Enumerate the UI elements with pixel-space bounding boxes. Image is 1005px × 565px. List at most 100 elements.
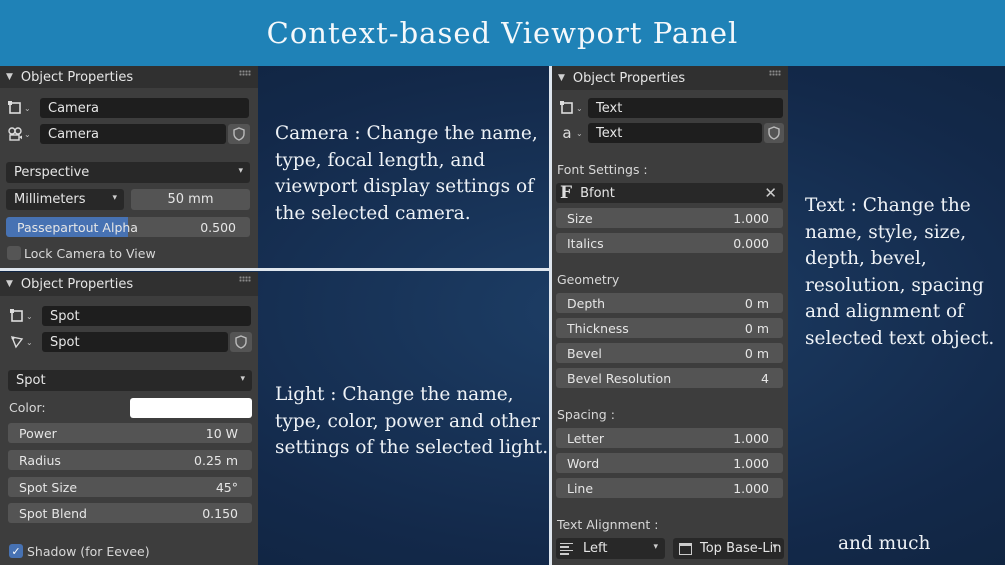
panel-header-label: Object Properties xyxy=(572,70,686,86)
geometry-label: Geometry xyxy=(557,272,620,287)
bevel-resolution-field[interactable]: Bevel Resolution 4 xyxy=(556,368,783,388)
field-label: Spot Size xyxy=(19,479,78,495)
bevel-field[interactable]: Bevel 0 m xyxy=(556,343,783,363)
fake-user-shield-icon[interactable] xyxy=(764,123,784,143)
field-label: Spot Blend xyxy=(19,505,87,521)
panel-header-label: Object Properties xyxy=(20,69,134,85)
field-value: 1.000 xyxy=(733,455,769,471)
align-h-value: Left xyxy=(583,541,608,556)
collapse-triangle-icon[interactable]: ▼ xyxy=(558,73,565,83)
chevron-down-icon: ⌄ xyxy=(576,103,583,113)
object-name-field[interactable]: Spot xyxy=(42,306,251,326)
object-type-selector[interactable]: ⌄ xyxy=(8,98,38,118)
light-data-selector[interactable]: ⌄ xyxy=(10,332,40,352)
light-data-name-field[interactable]: Spot xyxy=(42,332,228,352)
letter-spacing-field[interactable]: Letter 1.000 xyxy=(556,428,783,448)
collapse-triangle-icon[interactable]: ▼ xyxy=(6,72,13,82)
field-label: Line xyxy=(567,480,594,496)
align-left-icon xyxy=(560,542,573,555)
chevron-down-icon: ⌄ xyxy=(24,103,31,113)
chevron-down-icon: ▾ xyxy=(772,542,777,552)
field-label: Thickness xyxy=(567,320,629,336)
font-size-field[interactable]: Size 1.000 xyxy=(556,208,783,228)
shadow-label: Shadow (for Eevee) xyxy=(27,544,150,559)
word-spacing-field[interactable]: Word 1.000 xyxy=(556,453,783,473)
projection-value: Perspective xyxy=(14,165,90,180)
object-box-icon xyxy=(10,309,24,323)
projection-dropdown[interactable]: Perspective ▾ xyxy=(6,162,250,183)
field-value: 0.000 xyxy=(733,235,769,251)
chevron-down-icon: ▾ xyxy=(240,374,245,384)
horizontal-divider xyxy=(0,268,550,271)
chevron-down-icon: ⌄ xyxy=(24,129,31,139)
panel-header[interactable]: ▼ Object Properties xyxy=(0,66,258,88)
fake-user-shield-icon[interactable] xyxy=(228,124,250,144)
object-type-selector[interactable]: ⌄ xyxy=(560,98,590,118)
close-icon[interactable]: ✕ xyxy=(764,184,777,202)
collapse-triangle-icon[interactable]: ▼ xyxy=(6,279,13,289)
depth-field[interactable]: Depth 0 m xyxy=(556,293,783,313)
vertical-alignment-dropdown[interactable]: Top Base-Lin ▾ xyxy=(673,538,784,559)
drag-grip-icon[interactable] xyxy=(239,70,251,76)
camera-data-icon xyxy=(8,127,22,141)
spot-blend-field[interactable]: Spot Blend 0.150 xyxy=(8,503,252,523)
banner-title: Context-based Viewport Panel xyxy=(266,16,739,50)
field-label: Size xyxy=(567,210,593,226)
field-label: Bevel Resolution xyxy=(567,370,672,386)
text-data-name-field[interactable]: Text xyxy=(588,123,762,143)
chevron-down-icon: ⌄ xyxy=(576,128,583,138)
font-selector[interactable]: F Bfont ✕ xyxy=(556,183,783,203)
field-label: Bevel xyxy=(567,345,602,361)
font-icon: F xyxy=(560,183,573,203)
title-banner: Context-based Viewport Panel xyxy=(0,0,1005,66)
field-value: 0.25 m xyxy=(194,452,238,468)
field-label: Depth xyxy=(567,295,606,311)
camera-data-name-field[interactable]: Camera xyxy=(40,124,226,144)
align-v-value: Top Base-Lin xyxy=(700,541,782,556)
focal-length-field[interactable]: 50 mm xyxy=(131,189,250,210)
italics-field[interactable]: Italics 0.000 xyxy=(556,233,783,253)
spacing-label: Spacing : xyxy=(557,407,615,422)
drag-grip-icon[interactable] xyxy=(239,276,251,282)
line-spacing-field[interactable]: Line 1.000 xyxy=(556,478,783,498)
chevron-down-icon: ⌄ xyxy=(26,337,33,347)
checkmark-icon: ✓ xyxy=(11,544,21,558)
radius-field[interactable]: Radius 0.25 m xyxy=(8,450,252,470)
field-value: 1.000 xyxy=(733,210,769,226)
text-curve-icon: a xyxy=(562,124,572,142)
field-value: 45° xyxy=(215,479,238,495)
chevron-down-icon: ▾ xyxy=(238,166,243,176)
object-box-icon xyxy=(560,101,574,115)
align-top-icon xyxy=(679,542,692,555)
spot-size-field[interactable]: Spot Size 45° xyxy=(8,477,252,497)
panel-header[interactable]: ▼ Object Properties xyxy=(0,272,258,296)
shadow-checkbox[interactable]: ✓ xyxy=(9,544,23,558)
horizontal-alignment-dropdown[interactable]: Left ▾ xyxy=(556,538,665,559)
object-name-field[interactable]: Text xyxy=(588,98,783,118)
power-field[interactable]: Power 10 W xyxy=(8,423,252,443)
field-value: 0 m xyxy=(744,320,769,336)
lens-unit-dropdown[interactable]: Millimeters ▾ xyxy=(6,189,124,210)
spot-light-icon xyxy=(10,335,24,349)
text-alignment-label: Text Alignment : xyxy=(557,517,659,532)
fake-user-shield-icon[interactable] xyxy=(230,332,252,352)
text-properties-panel: ▼ Object Properties ⌄ Text a ⌄ Text Font … xyxy=(552,66,788,565)
passepartout-alpha-slider[interactable]: Passepartout Alpha 0.500 xyxy=(6,217,250,237)
thickness-field[interactable]: Thickness 0 m xyxy=(556,318,783,338)
field-value: 1.000 xyxy=(733,480,769,496)
field-value: 0.150 xyxy=(202,505,238,521)
drag-grip-icon[interactable] xyxy=(769,70,781,76)
panel-header[interactable]: ▼ Object Properties xyxy=(552,66,788,90)
light-properties-panel: ▼ Object Properties ⌄ Spot ⌄ Spot Spot ▾ … xyxy=(0,272,258,565)
object-type-selector[interactable]: ⌄ xyxy=(10,306,40,326)
color-label: Color: xyxy=(9,400,46,415)
lock-camera-checkbox[interactable] xyxy=(7,246,21,260)
chevron-down-icon: ⌄ xyxy=(26,311,33,321)
object-name-field[interactable]: Camera xyxy=(40,98,249,118)
light-color-swatch[interactable] xyxy=(130,398,252,418)
light-type-dropdown[interactable]: Spot ▾ xyxy=(8,370,252,391)
text-data-selector[interactable]: a ⌄ xyxy=(560,123,590,143)
field-value: 1.000 xyxy=(733,430,769,446)
camera-data-selector[interactable]: ⌄ xyxy=(8,124,38,144)
lock-camera-label: Lock Camera to View xyxy=(24,246,156,261)
